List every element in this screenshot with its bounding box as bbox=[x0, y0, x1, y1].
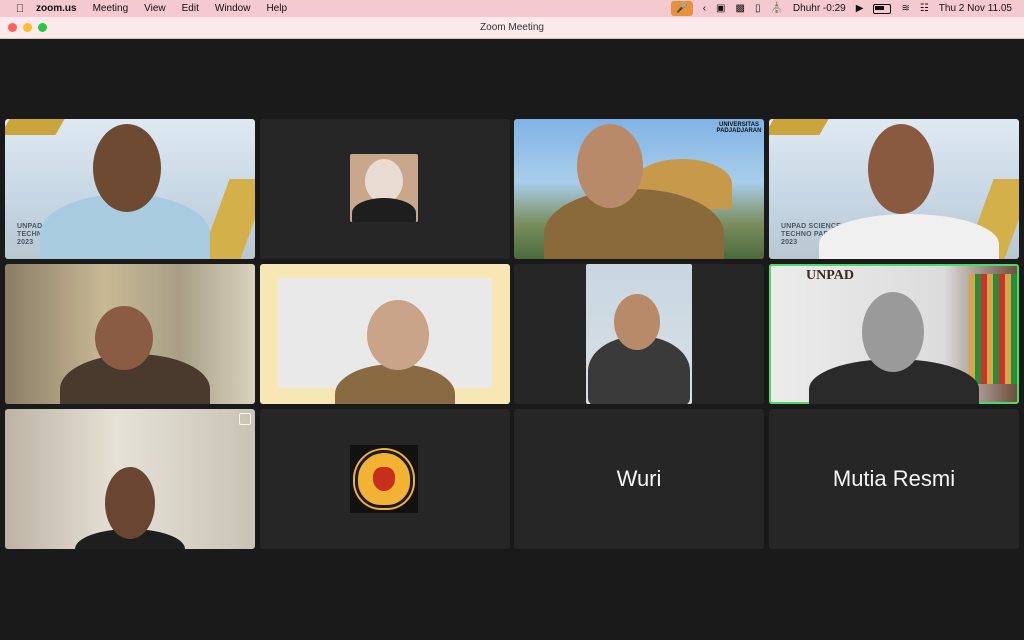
participant-head bbox=[577, 124, 643, 208]
university-logo-text: UNIVERSITAS PADJADJARAN bbox=[716, 122, 762, 134]
menu-edit[interactable]: Edit bbox=[174, 3, 207, 14]
menu-view[interactable]: View bbox=[136, 3, 174, 14]
participant-body bbox=[819, 214, 999, 259]
video-tile-8-active-speaker[interactable] bbox=[769, 264, 1019, 404]
presentation-icon[interactable]: ▣ bbox=[716, 3, 725, 14]
participant-name: Wuri bbox=[616, 466, 662, 491]
phone-icon[interactable]: ▯ bbox=[755, 3, 761, 14]
play-icon[interactable]: ▶ bbox=[856, 3, 864, 14]
participant-name: Mutia Resmi bbox=[832, 466, 956, 491]
unpad-logo-text: UNPAD bbox=[806, 268, 854, 283]
brand-stripe bbox=[769, 119, 829, 135]
chevron-left-icon[interactable]: ‹ bbox=[703, 3, 706, 14]
menu-bar:  zoom.us Meeting View Edit Window Help … bbox=[0, 0, 1024, 17]
video-tile-1[interactable]: UNPAD TECHNO 2023 bbox=[5, 119, 255, 259]
control-center-icon[interactable]: ☷ bbox=[920, 3, 929, 14]
participant-head bbox=[95, 306, 153, 370]
video-tile-11[interactable]: Wuri bbox=[514, 409, 764, 549]
participant-head bbox=[93, 124, 161, 212]
video-tile-6[interactable] bbox=[260, 264, 510, 404]
participant-video bbox=[586, 264, 692, 404]
menu-meeting[interactable]: Meeting bbox=[85, 3, 137, 14]
flags bbox=[969, 274, 1017, 384]
display-icon[interactable]: ▩ bbox=[736, 3, 745, 14]
video-tile-7[interactable] bbox=[514, 264, 764, 404]
window-title: Zoom Meeting bbox=[480, 22, 544, 33]
brand-stripe bbox=[5, 119, 65, 135]
apple-icon[interactable]:  bbox=[12, 3, 28, 15]
menu-clock[interactable]: Thu 2 Nov 11.05 bbox=[939, 3, 1012, 14]
wifi-icon[interactable]: ≋ bbox=[901, 3, 909, 14]
prayer-time[interactable]: Dhuhr -0:29 bbox=[793, 3, 846, 14]
battery-icon[interactable] bbox=[873, 3, 892, 14]
video-tile-9[interactable] bbox=[5, 409, 255, 549]
participant-head bbox=[862, 292, 924, 372]
video-tile-3[interactable]: UNIVERSITAS PADJADJARAN bbox=[514, 119, 764, 259]
video-tile-4[interactable]: UNPAD SCIENCE TECHNO PARK 2023 bbox=[769, 119, 1019, 259]
video-tile-12[interactable]: Mutia Resmi bbox=[769, 409, 1019, 549]
participant-head bbox=[614, 294, 660, 350]
window-title-bar: Zoom Meeting bbox=[0, 17, 1024, 39]
video-tile-5[interactable] bbox=[5, 264, 255, 404]
fullscreen-window-button[interactable] bbox=[38, 23, 47, 32]
menu-app-name[interactable]: zoom.us bbox=[28, 3, 85, 14]
close-window-button[interactable] bbox=[8, 23, 17, 32]
participant-head bbox=[868, 124, 934, 214]
unpad-seal-icon bbox=[355, 450, 413, 508]
participant-body bbox=[352, 198, 416, 222]
menu-help[interactable]: Help bbox=[258, 3, 295, 14]
participant-head bbox=[105, 467, 155, 539]
participant-head bbox=[365, 159, 403, 203]
minimize-window-button[interactable] bbox=[23, 23, 32, 32]
video-tile-2[interactable] bbox=[260, 119, 510, 259]
participant-avatar bbox=[350, 154, 418, 222]
popout-icon[interactable] bbox=[239, 413, 251, 425]
microphone-in-use-icon[interactable]: 🎤 bbox=[670, 1, 693, 16]
participant-profile-picture bbox=[350, 445, 418, 513]
participant-head bbox=[367, 300, 429, 370]
mosque-icon[interactable]: ⛪ bbox=[770, 3, 782, 14]
menu-window[interactable]: Window bbox=[207, 3, 259, 14]
